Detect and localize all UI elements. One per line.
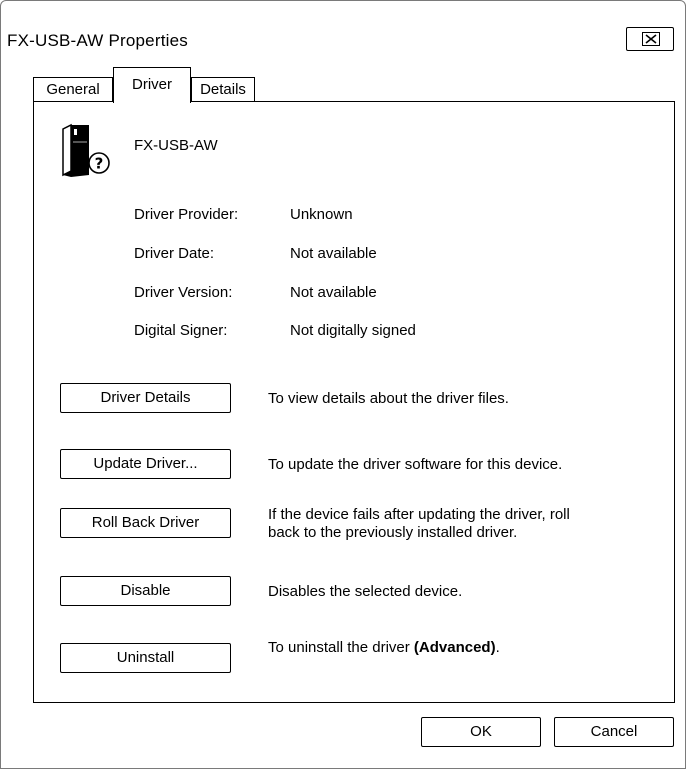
driver-version-value: Not available (290, 284, 377, 301)
tab-details-label: Details (200, 81, 246, 98)
uninstall-description-text: To uninstall the driver (268, 639, 414, 656)
unknown-device-icon: ? (62, 123, 110, 177)
close-icon (642, 32, 660, 46)
update-driver-button[interactable]: Update Driver... (60, 449, 231, 479)
roll-back-description-line1: If the device fails after updating the d… (268, 506, 570, 523)
digital-signer-value: Not digitally signed (290, 322, 416, 339)
uninstall-button[interactable]: Uninstall (60, 643, 231, 673)
ok-button[interactable]: OK (421, 717, 541, 747)
tab-details[interactable]: Details (191, 77, 255, 101)
window-title: FX-USB-AW Properties (7, 31, 188, 50)
disable-description: Disables the selected device. (268, 583, 463, 600)
digital-signer-label: Digital Signer: (134, 322, 228, 339)
driver-date-value: Not available (290, 245, 377, 262)
disable-button[interactable]: Disable (60, 576, 231, 606)
roll-back-driver-button[interactable]: Roll Back Driver (60, 508, 231, 538)
driver-version-label: Driver Version: (134, 284, 233, 301)
tab-general-label: General (46, 81, 100, 98)
roll-back-driver-description: If the device fails after updating the d… (268, 506, 570, 542)
cancel-button[interactable]: Cancel (554, 717, 674, 747)
driver-provider-value: Unknown (290, 206, 353, 223)
uninstall-description: To uninstall the driver (Advanced). (268, 639, 500, 657)
roll-back-description-line2: back to the previously installed driver. (268, 524, 518, 541)
driver-provider-label: Driver Provider: (134, 206, 239, 223)
driver-details-description: To view details about the driver files. (268, 390, 509, 407)
update-driver-description: To update the driver software for this d… (268, 456, 563, 473)
driver-details-button[interactable]: Driver Details (60, 383, 231, 413)
tab-driver-label: Driver (132, 76, 172, 93)
tab-general[interactable]: General (33, 77, 113, 101)
uninstall-description-end: . (495, 639, 500, 656)
device-name: FX-USB-AW (134, 137, 218, 154)
properties-dialog: FX-USB-AW Properties General Driver Deta… (0, 0, 686, 769)
tab-driver[interactable]: Driver (113, 67, 191, 103)
driver-date-label: Driver Date: (134, 245, 215, 262)
close-button[interactable] (626, 27, 674, 51)
svg-text:?: ? (95, 155, 104, 173)
uninstall-advanced-text: (Advanced) (413, 639, 496, 656)
